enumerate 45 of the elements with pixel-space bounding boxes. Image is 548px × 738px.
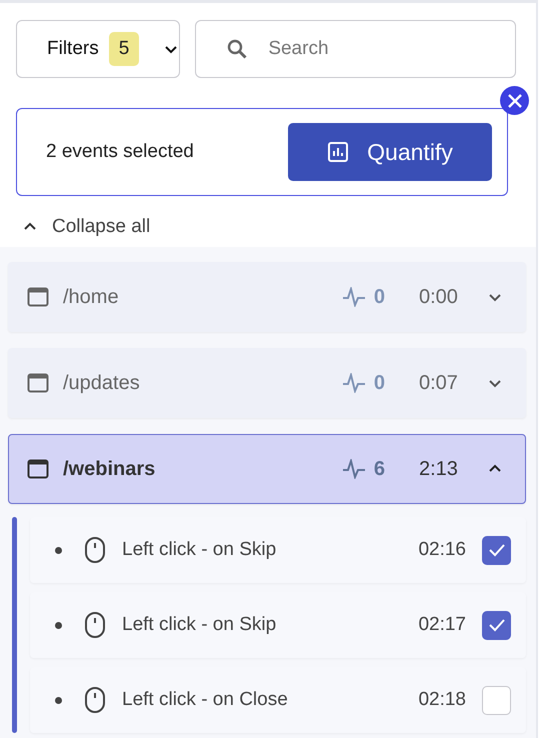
mouse-icon: [84, 686, 106, 714]
bullet-icon: [55, 696, 62, 704]
browser-window-icon: [27, 459, 49, 479]
event-time: 02:16: [418, 539, 466, 561]
page-row[interactable]: /webinars 6 2:13: [8, 434, 526, 504]
bar-chart-icon: [327, 141, 350, 163]
checkmark-icon: [488, 618, 506, 632]
close-icon: [506, 92, 522, 108]
event-time: 02:18: [418, 689, 466, 711]
quantify-button[interactable]: Quantify: [288, 123, 492, 181]
search-icon: [226, 38, 248, 60]
event-count: 0: [374, 372, 385, 394]
close-button[interactable]: [500, 86, 529, 115]
event-count: 0: [374, 286, 385, 308]
event-checkbox[interactable]: [482, 686, 511, 714]
browser-window-icon: [27, 287, 49, 307]
event-checkbox[interactable]: [482, 610, 511, 640]
event-checkbox[interactable]: [482, 536, 511, 564]
checkmark-icon: [488, 543, 506, 557]
page-path: /webinars: [63, 458, 156, 480]
event-count: 6: [374, 458, 385, 480]
activity-icon: [342, 459, 366, 479]
event-label: Left click - on Skip: [122, 614, 278, 636]
activity-icon: [342, 373, 366, 393]
page-duration: 2:13: [419, 458, 459, 480]
activity-icon: [342, 287, 366, 307]
page-path: /updates: [63, 372, 141, 394]
event-label: Left click - on Skip: [122, 539, 278, 561]
filters-button[interactable]: Filters 5: [16, 20, 180, 78]
page-duration: 0:00: [419, 286, 459, 308]
collapse-all-button[interactable]: Collapse all: [22, 216, 150, 238]
browser-window-icon: [27, 373, 49, 393]
count-badge: 5: [108, 32, 140, 66]
mouse-icon: [84, 611, 106, 639]
mouse-icon: [84, 536, 106, 564]
bullet-icon: [55, 546, 62, 554]
search-field[interactable]: Search: [195, 20, 516, 78]
event-time: 02:17: [418, 614, 466, 636]
page-path: /home: [63, 286, 120, 308]
page-row[interactable]: /updates 0 0:07: [8, 348, 526, 418]
event-label: Left click - on Close: [122, 689, 289, 711]
bullet-icon: [55, 622, 62, 628]
page-duration: 0:07: [419, 372, 459, 394]
page-row[interactable]: /home 0 0:00: [8, 262, 526, 332]
selection-count: 2 events selected: [46, 141, 194, 163]
